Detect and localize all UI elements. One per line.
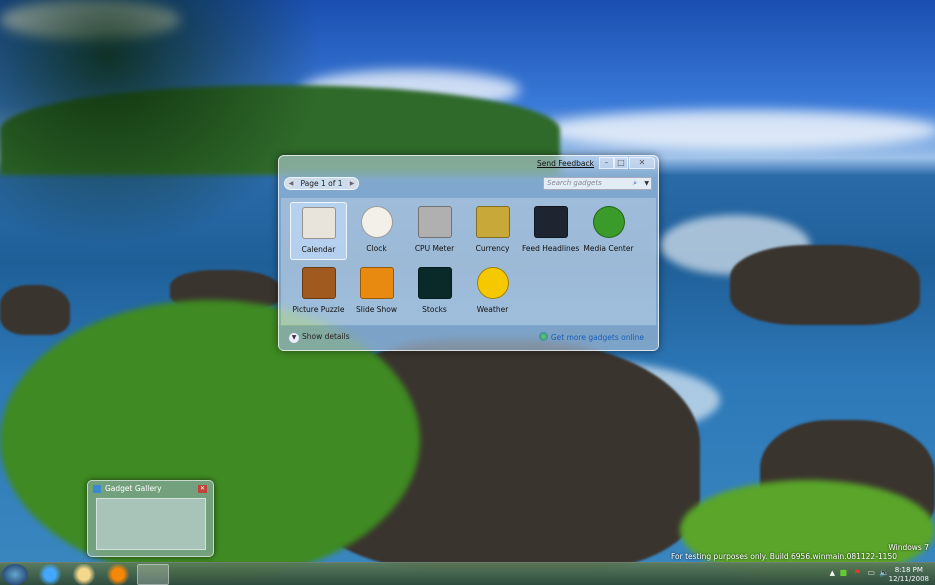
gadget-item[interactable]: CPU Meter (406, 202, 463, 260)
media-player-icon[interactable] (102, 564, 134, 585)
explorer-icon[interactable] (68, 564, 100, 585)
page-label: Page 1 of 1 (300, 179, 343, 188)
search-icon[interactable]: ⌕ (633, 178, 637, 189)
gadget-item[interactable]: Media Center (580, 202, 637, 260)
power-icon[interactable]: ▭ (867, 568, 875, 577)
feed-headlines-icon (533, 206, 568, 238)
show-details-button[interactable]: ▼ Show details (289, 332, 350, 343)
toolbar: ◀ Page 1 of 1 ▶ Search gadgets ⌕ ▼ (279, 172, 658, 198)
system-clock[interactable]: 8:18 PM 12/11/2008 (889, 566, 929, 584)
gadget-label: Picture Puzzle (292, 305, 345, 314)
gadget-item[interactable]: Calendar (290, 202, 347, 260)
get-more-gadgets-link[interactable]: Get more gadgets online (538, 332, 644, 342)
gadget-label: Stocks (422, 305, 447, 314)
media-center-icon (592, 206, 625, 238)
watermark-build: For testing purposes only. Build 6956.wi… (670, 552, 897, 561)
gadget-gallery-taskbar-button[interactable] (137, 564, 169, 585)
get-more-label: Get more gadgets online (550, 333, 644, 342)
network-icon[interactable]: ■ (839, 568, 847, 577)
start-button[interactable] (2, 564, 28, 585)
globe-icon (538, 332, 548, 341)
currency-icon (475, 206, 510, 238)
slide-show-icon (359, 267, 394, 299)
bottom-bar: ▼ Show details Get more gadgets online (279, 326, 658, 350)
clock-time: 8:18 PM (894, 566, 923, 574)
previous-page-button[interactable]: ◀ (286, 179, 296, 189)
calendar-icon (301, 207, 336, 239)
show-details-label: Show details (302, 332, 350, 341)
volume-icon[interactable]: 🔈 (879, 568, 889, 577)
gadget-item[interactable]: Weather (464, 263, 521, 321)
taskbar: ▲ ■ ⚑ ▭ 🔈 8:18 PM 12/11/2008 (0, 562, 935, 585)
search-dropdown-icon[interactable]: ▼ (644, 178, 649, 189)
gadget-item[interactable]: Feed Headlines (522, 202, 579, 260)
clock-date: 12/11/2008 (888, 575, 929, 583)
gadget-gallery-icon (93, 485, 101, 493)
cpu-meter-icon (417, 206, 452, 238)
next-page-button[interactable]: ▶ (347, 179, 357, 189)
search-placeholder: Search gadgets (547, 179, 602, 187)
thumbnail-close-button[interactable]: ✕ (198, 485, 207, 493)
gadget-label: CPU Meter (414, 244, 455, 253)
maximize-button[interactable]: □ (614, 157, 628, 169)
show-hidden-icons[interactable]: ▲ (830, 569, 835, 577)
picture-puzzle-icon (301, 267, 336, 299)
send-feedback-link[interactable]: Send Feedback (537, 159, 594, 168)
stocks-icon (417, 267, 452, 299)
gadget-gallery-window: Send Feedback – □ ✕ ◀ Page 1 of 1 ▶ Sear… (278, 155, 659, 351)
gadget-label: Feed Headlines (522, 244, 580, 253)
gadget-label: Clock (366, 244, 387, 253)
gadget-label: Slide Show (356, 305, 397, 314)
watermark-title: Windows 7 (888, 543, 929, 552)
taskbar-thumbnail[interactable]: Gadget Gallery ✕ (87, 480, 214, 557)
page-navigator: ◀ Page 1 of 1 ▶ (284, 177, 359, 190)
minimize-button[interactable]: – (599, 157, 614, 169)
weather-icon (476, 267, 509, 299)
gadget-item[interactable]: Currency (464, 202, 521, 260)
gadget-label: Weather (476, 305, 509, 314)
gadget-item[interactable]: Slide Show (348, 263, 405, 321)
thumbnail-title: Gadget Gallery (105, 484, 162, 493)
gadget-grid: Calendar Clock CPU Meter Currency Feed Headl… (281, 198, 656, 325)
action-center-flag-icon[interactable]: ⚑ (854, 568, 861, 577)
search-input[interactable]: Search gadgets ⌕ ▼ (543, 177, 652, 190)
gadget-label: Calendar (301, 245, 336, 254)
gadget-item[interactable]: Stocks (406, 263, 463, 321)
chevron-down-icon: ▼ (289, 333, 299, 343)
gadget-label: Currency (475, 244, 510, 253)
gadget-item[interactable]: Clock (348, 202, 405, 260)
clock-icon (360, 206, 393, 238)
close-button[interactable]: ✕ (629, 157, 655, 169)
gadget-item[interactable]: Picture Puzzle (290, 263, 347, 321)
gadget-label: Media Center (583, 244, 634, 253)
thumbnail-preview (96, 498, 206, 550)
internet-explorer-icon[interactable] (34, 564, 66, 585)
